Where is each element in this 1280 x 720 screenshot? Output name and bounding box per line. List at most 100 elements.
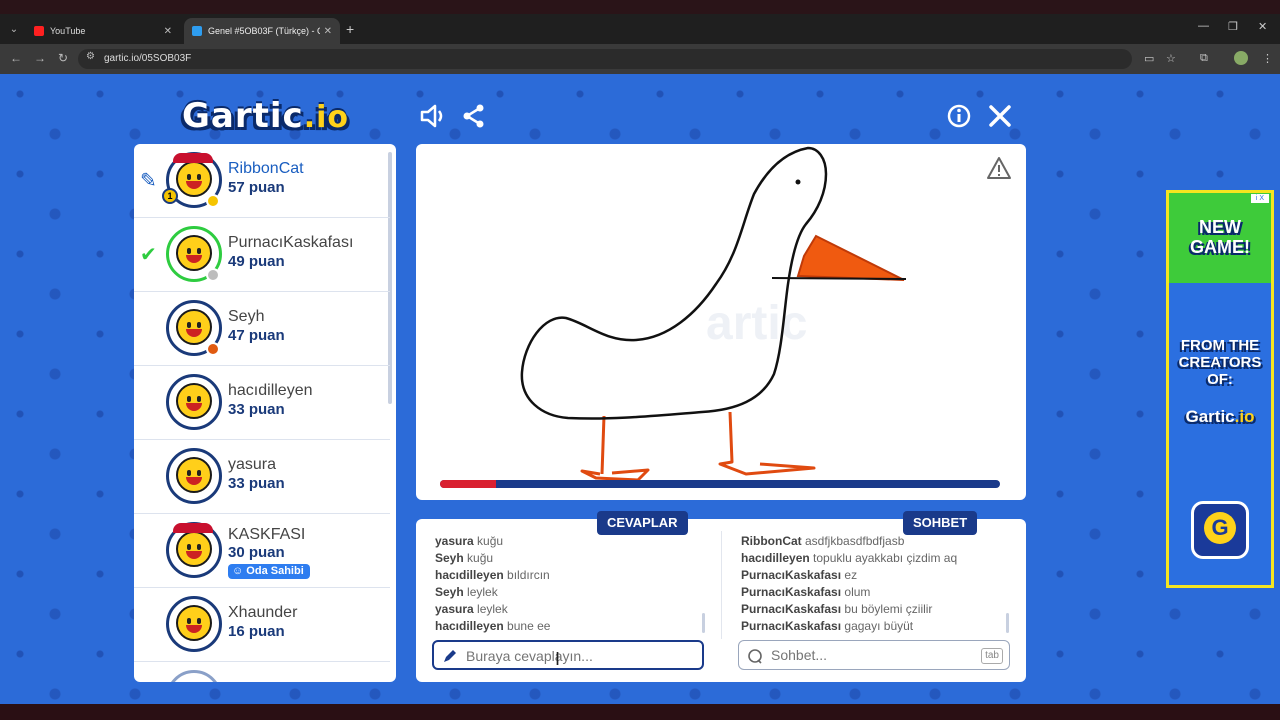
- player-row: yasura 33 puan: [134, 440, 390, 514]
- youtube-favicon-icon: [34, 26, 44, 36]
- chat-message: RibbonCat asdfjkbasdfbdfjasb: [741, 534, 905, 548]
- text-cursor-icon: I: [555, 649, 561, 669]
- profile-avatar[interactable]: [1234, 51, 1248, 65]
- avatar: [166, 448, 222, 504]
- status-dot: [206, 342, 220, 356]
- game-page: Gartic.io ✎ RibbonCat 57 puan 1 ✔ Purnac…: [0, 74, 1280, 704]
- ad-app-icon[interactable]: G: [1191, 501, 1249, 559]
- answer-message: Seyh kuğu: [435, 551, 494, 565]
- player-name: PurnacıKaskafası: [228, 234, 354, 251]
- player-score: 57 puan: [228, 179, 285, 196]
- svg-text:artic: artic: [706, 297, 807, 350]
- close-window-icon[interactable]: ✕: [1258, 20, 1267, 33]
- player-row: ✔ PurnacıKaskafası 49 puan: [134, 218, 390, 292]
- maximize-icon[interactable]: ❐: [1228, 20, 1238, 33]
- smiley-face-icon: [176, 161, 212, 197]
- ad-choices-icon[interactable]: i X: [1251, 194, 1269, 203]
- tab-key-hint: tab: [981, 648, 1003, 664]
- checkmark-icon: ✔: [140, 244, 157, 266]
- owner-badge-icon: ☺: [232, 565, 247, 577]
- pencil-icon: ✎: [140, 170, 157, 192]
- new-tab-button[interactable]: +: [346, 21, 354, 37]
- url-box[interactable]: [78, 49, 1132, 69]
- answers-scrollbar[interactable]: [702, 613, 705, 633]
- avatar-partial: [166, 670, 222, 682]
- answer-message: Seyh leylek: [435, 585, 498, 599]
- url-text[interactable]: gartic.io/05SOB03F: [104, 53, 191, 64]
- smiley-face-icon: [176, 531, 212, 567]
- smiley-face-icon: [176, 235, 212, 271]
- cap-icon: [173, 153, 213, 163]
- tab-youtube[interactable]: YouTube ✕: [26, 18, 180, 44]
- chat-message: PurnacıKaskafası olum: [741, 585, 871, 599]
- player-score: 33 puan: [228, 475, 285, 492]
- player-score: 47 puan: [228, 327, 285, 344]
- browser-tab-bar: ⌄ YouTube ✕ Genel #5OB03F (Türkçe) - Gar…: [0, 0, 1280, 44]
- tab-title: YouTube: [50, 26, 86, 36]
- tab-gartic[interactable]: Genel #5OB03F (Türkçe) - Gartic ✕: [184, 18, 340, 44]
- bookmark-star-icon[interactable]: ☆: [1166, 52, 1176, 65]
- ad-logo: Gartic.io: [1185, 407, 1255, 426]
- share-icon[interactable]: [462, 104, 486, 128]
- drawing-canvas[interactable]: artic: [416, 144, 1026, 500]
- forward-icon[interactable]: →: [34, 51, 46, 65]
- timer-progress-bar: [440, 480, 1000, 488]
- player-score: 16 puan: [228, 623, 285, 640]
- chat-scrollbar[interactable]: [1006, 613, 1009, 633]
- player-score: 49 puan: [228, 253, 285, 270]
- answers-header: CEVAPLAR: [597, 511, 688, 535]
- room-owner-badge: ☺ Oda Sahibi: [228, 564, 310, 579]
- player-row: Seyh 47 puan: [134, 292, 390, 366]
- avatar: [166, 374, 222, 430]
- answers-chat-panel: CEVAPLAR SOHBET yasura kuğu Seyh kuğu ha…: [416, 511, 1026, 682]
- ad-headline: NEW GAME!: [1190, 217, 1250, 257]
- smiley-face-icon: [176, 457, 212, 493]
- tab-close-icon[interactable]: ✕: [164, 26, 172, 37]
- report-warning-icon[interactable]: [986, 156, 1012, 180]
- panel-divider: [721, 531, 722, 639]
- ad-subline: FROM THE CREATORS OF:: [1178, 337, 1262, 388]
- window-top-edge: [0, 0, 1280, 14]
- status-dot: [206, 268, 220, 282]
- site-info-icon[interactable]: ⚙: [86, 51, 95, 62]
- tab-close-icon[interactable]: ✕: [324, 26, 332, 37]
- player-name: hacıdilleyen: [228, 382, 313, 399]
- player-name: KASKFASI: [228, 526, 306, 543]
- player-row: Xhaunder 16 puan: [134, 588, 390, 662]
- gartic-favicon-icon: [192, 26, 202, 36]
- player-score: 30 puan: [228, 544, 285, 561]
- player-name: Xhaunder: [228, 604, 298, 621]
- chat-message: PurnacıKaskafası gagayı büyüt: [741, 619, 914, 633]
- pencil-icon: [444, 650, 456, 662]
- answer-input[interactable]: [464, 645, 688, 667]
- chat-message: hacıdilleyen topuklu ayakkabı çizdim aq: [741, 551, 958, 565]
- chat-input[interactable]: [769, 644, 993, 666]
- owner-badge-label: Oda Sahibi: [246, 565, 304, 577]
- answer-input-box[interactable]: I: [432, 640, 704, 670]
- menu-kebab-icon[interactable]: ⋮: [1262, 52, 1273, 65]
- answer-message: yasura leylek: [435, 602, 508, 616]
- timer-progress-fill: [440, 480, 496, 488]
- reload-icon[interactable]: ↻: [58, 51, 68, 65]
- chat-input-box[interactable]: tab: [738, 640, 1010, 670]
- smiley-face-icon: [176, 383, 212, 419]
- avatar: [166, 596, 222, 652]
- close-icon[interactable]: [988, 104, 1012, 128]
- back-icon[interactable]: ←: [10, 51, 22, 65]
- taskbar-strip: [0, 704, 1280, 720]
- answer-message: yasura kuğu: [435, 534, 504, 548]
- tab-search-button[interactable]: ⌄: [6, 22, 22, 38]
- speaker-icon[interactable]: [420, 104, 446, 128]
- ad-app-letter: G: [1204, 512, 1236, 544]
- smiley-face-icon: [176, 309, 212, 345]
- answer-message: hacıdilleyen bune ee: [435, 619, 551, 633]
- address-bar: ← → ↻ ⚙ gartic.io/05SOB03F ▭ ☆ ⧉ ⋮: [0, 44, 1280, 74]
- chat-header: SOHBET: [903, 511, 978, 535]
- chat-list: RibbonCat asdfjkbasdfbdfjasb hacıdilleye…: [741, 533, 1021, 635]
- cast-icon[interactable]: ▭: [1144, 52, 1154, 65]
- advertisement-banner[interactable]: i X NEW GAME! FROM THE CREATORS OF: Gart…: [1166, 190, 1274, 588]
- player-row: KASKFASI 30 puan ☺ Oda Sahibi: [134, 514, 390, 588]
- extensions-icon[interactable]: ⧉: [1200, 52, 1208, 65]
- minimize-icon[interactable]: —: [1198, 20, 1209, 32]
- info-icon[interactable]: [947, 104, 971, 128]
